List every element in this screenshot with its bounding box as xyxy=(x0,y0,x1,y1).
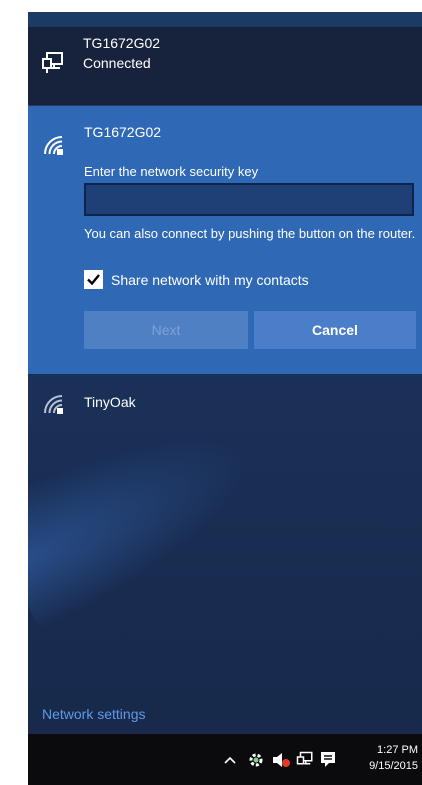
checkbox-checked-icon[interactable] xyxy=(84,270,103,289)
selected-network-name: TG1672G02 xyxy=(84,124,162,140)
security-key-prompt: Enter the network security key xyxy=(84,164,259,179)
taskbar-clock[interactable]: 1:27 PM 9/15/2015 xyxy=(369,742,418,774)
network-flyout: TG1672G02 Connected TG1672G02 Enter the … xyxy=(28,12,422,734)
network-item-tinyoak[interactable]: TinyOak xyxy=(28,382,422,422)
settings-gear-icon[interactable] xyxy=(248,734,264,785)
network-name: TinyOak xyxy=(84,394,136,410)
network-icon[interactable] xyxy=(296,734,314,785)
selected-network-item[interactable]: TG1672G02 Enter the network security key… xyxy=(28,106,422,374)
connected-network-status: Connected xyxy=(83,55,151,71)
clock-date: 9/15/2015 xyxy=(369,760,418,772)
chevron-up-icon[interactable] xyxy=(224,734,236,785)
connected-network-item[interactable]: TG1672G02 Connected xyxy=(28,27,422,107)
network-settings-link[interactable]: Network settings xyxy=(42,706,145,722)
taskbar: 1:27 PM 9/15/2015 xyxy=(28,734,422,785)
action-center-icon[interactable] xyxy=(320,734,336,785)
ethernet-monitor-icon xyxy=(42,51,64,80)
cancel-button[interactable]: Cancel xyxy=(254,311,416,349)
share-network-checkbox[interactable]: Share network with my contacts xyxy=(84,270,309,289)
security-key-input[interactable] xyxy=(84,183,414,216)
connected-network-name: TG1672G02 xyxy=(83,35,161,51)
router-button-hint: You can also connect by pushing the butt… xyxy=(84,226,416,241)
wifi-secured-icon xyxy=(42,393,66,420)
clock-time: 1:27 PM xyxy=(377,744,418,756)
share-network-label: Share network with my contacts xyxy=(111,271,309,288)
volume-muted-icon[interactable] xyxy=(272,734,290,785)
wifi-secured-icon xyxy=(42,134,66,161)
next-button[interactable]: Next xyxy=(84,311,248,349)
